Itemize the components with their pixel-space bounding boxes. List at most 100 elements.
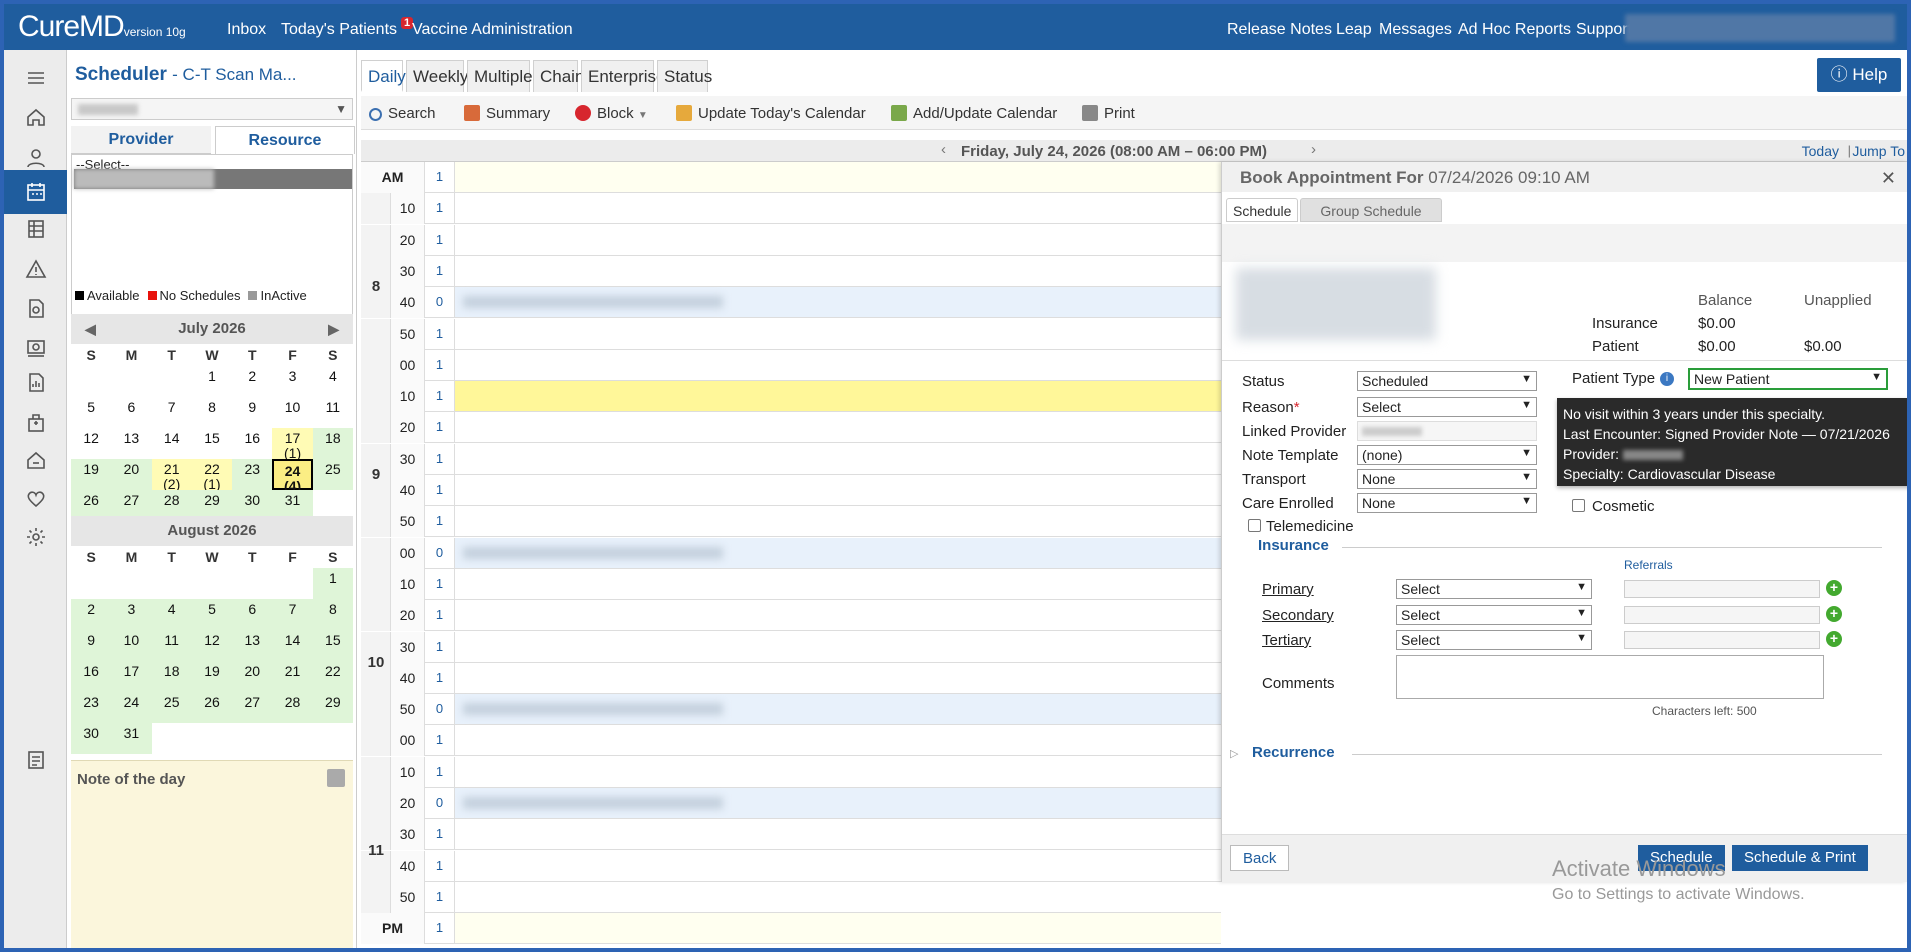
search-button[interactable]: Search [369, 105, 436, 122]
tab-schedule[interactable]: Schedule [1226, 198, 1299, 222]
calendar-day[interactable]: 6 [111, 397, 151, 428]
telemedicine-checkbox[interactable] [1248, 519, 1261, 532]
appointment-slot[interactable] [455, 193, 1221, 223]
calendar-day[interactable]: 7 [272, 599, 313, 630]
appointment-slot[interactable] [455, 475, 1221, 505]
calendar-day[interactable]: 25 [151, 692, 192, 723]
today-link[interactable]: Today [1802, 143, 1839, 159]
help-button[interactable]: ⓘ Help [1817, 58, 1901, 92]
appointment-slot[interactable] [455, 350, 1221, 380]
tab-provider[interactable]: Provider [71, 126, 211, 154]
secondary-label[interactable]: Secondary [1262, 607, 1334, 624]
calendar-day[interactable]: 27 [232, 692, 273, 723]
recurrence-section-title[interactable]: Recurrence [1252, 744, 1335, 761]
calendar-day[interactable]: 22 (1) [191, 459, 233, 492]
calendar-day[interactable]: 11 [151, 630, 192, 661]
calendar-day[interactable]: 17 (1) [272, 428, 313, 461]
jump-to-link[interactable]: Jump To [1852, 143, 1905, 159]
calendar-day[interactable]: 16 [71, 661, 112, 692]
linked-provider-field[interactable] [1357, 421, 1537, 441]
tab-chain[interactable]: Chain [533, 60, 584, 92]
calendar-day[interactable]: 8 [192, 397, 232, 428]
nav-ad-hoc-reports[interactable]: Ad Hoc Reports [1458, 21, 1571, 39]
location-select[interactable]: ▼ [71, 98, 353, 120]
appointment-slot[interactable] [455, 757, 1221, 787]
appointment-slot[interactable] [455, 913, 1221, 944]
close-icon[interactable]: ✕ [1881, 168, 1896, 189]
appointment-slot[interactable] [455, 569, 1221, 599]
calendar-day[interactable]: 2 [71, 599, 112, 630]
calendar-day[interactable]: 14 [152, 428, 192, 459]
appointment-slot[interactable] [455, 788, 1221, 818]
tab-multiple[interactable]: Multiple [467, 60, 533, 92]
tab-status[interactable]: Status [657, 60, 712, 92]
primary-insurance-select[interactable]: Select ▼ [1396, 579, 1592, 599]
calendar-day[interactable]: 5 [191, 599, 233, 630]
appointment-slot[interactable] [455, 600, 1221, 630]
calendar-day[interactable]: 19 [71, 459, 112, 490]
alert-nav-button[interactable] [4, 247, 67, 291]
primary-label[interactable]: Primary [1262, 581, 1314, 598]
calendar-day[interactable]: 10 [272, 397, 312, 428]
tertiary-referral-field[interactable] [1624, 631, 1820, 649]
calendar-day[interactable]: 29 [312, 692, 353, 723]
calendar-day[interactable]: 7 [152, 397, 192, 428]
add-update-calendar-button[interactable]: Add/Update Calendar [891, 105, 1057, 122]
calendar-day[interactable]: 4 [151, 599, 192, 630]
appointment-slot[interactable] [455, 225, 1221, 255]
print-button[interactable]: Print [1082, 105, 1135, 122]
calendar-day[interactable]: 1 [312, 568, 353, 599]
calendar-day[interactable]: 3 [272, 366, 312, 397]
nav-leap[interactable]: Leap [1336, 21, 1372, 39]
document-nav-button[interactable] [4, 286, 67, 330]
list-nav-button[interactable] [4, 738, 67, 782]
table-nav-button[interactable] [4, 207, 67, 251]
next-month-icon[interactable]: ▶ [328, 314, 339, 344]
tertiary-insurance-select[interactable]: Select ▼ [1396, 630, 1592, 650]
appointment-slot[interactable] [455, 725, 1221, 755]
expand-icon[interactable]: ▷ [1230, 747, 1238, 760]
comments-textarea[interactable] [1396, 655, 1824, 699]
primary-referral-field[interactable] [1624, 580, 1820, 598]
nav-todays-patients[interactable]: Today's Patients 1 [281, 17, 414, 39]
tab-enterprise[interactable]: Enterprise [581, 60, 665, 92]
info-icon[interactable]: i [1660, 372, 1674, 386]
appointment-slot[interactable] [455, 632, 1221, 662]
calendar-day[interactable]: 6 [232, 599, 273, 630]
calendar-day[interactable]: 8 [312, 599, 353, 630]
calendar-day[interactable]: 15 [312, 630, 353, 661]
calendar-day[interactable]: 24 [111, 692, 152, 723]
calendar-day[interactable]: 12 [191, 630, 233, 661]
update-todays-calendar-button[interactable]: Update Today's Calendar [676, 105, 866, 122]
calendar-day[interactable]: 22 [312, 661, 353, 692]
summary-button[interactable]: Summary [464, 105, 550, 122]
calendar-day[interactable]: 18 [312, 428, 353, 459]
appointment-slot[interactable] [455, 851, 1221, 881]
tab-weekly[interactable]: Weekly [406, 60, 468, 92]
nav-support[interactable]: Support [1576, 21, 1632, 39]
calendar-day[interactable]: 20 [232, 661, 273, 692]
calendar-day[interactable]: 10 [111, 630, 152, 661]
calendar-day[interactable]: 2 [232, 366, 272, 397]
user-menu[interactable] [1625, 14, 1895, 42]
calendar-day[interactable]: 20 [111, 459, 152, 490]
calendar-day[interactable]: 11 [313, 397, 353, 428]
add-tertiary-referral-icon[interactable]: + [1826, 631, 1842, 647]
appointment-slot[interactable] [455, 287, 1221, 318]
note-template-select[interactable]: (none) ▼ [1357, 445, 1537, 465]
nav-release-notes[interactable]: Release Notes [1227, 21, 1332, 39]
cosmetic-checkbox[interactable] [1572, 499, 1585, 512]
menu-nav-button[interactable] [4, 56, 67, 100]
prev-month-icon[interactable]: ◀ [85, 314, 96, 344]
prev-day-icon[interactable]: ‹ [941, 141, 946, 158]
calendar-day[interactable]: 15 [192, 428, 232, 459]
calendar-day[interactable]: 1 [192, 366, 232, 397]
calendar-day[interactable]: 25 [312, 459, 353, 490]
calendar-day[interactable]: 23 [71, 692, 112, 723]
appointment-slot[interactable] [455, 256, 1221, 286]
calendar-day[interactable]: 5 [71, 397, 111, 428]
calendar-day[interactable]: 18 [151, 661, 192, 692]
calendar-day[interactable]: 21 [272, 661, 313, 692]
appointment-slot[interactable] [455, 819, 1221, 849]
nav-inbox[interactable]: Inbox [227, 21, 266, 39]
